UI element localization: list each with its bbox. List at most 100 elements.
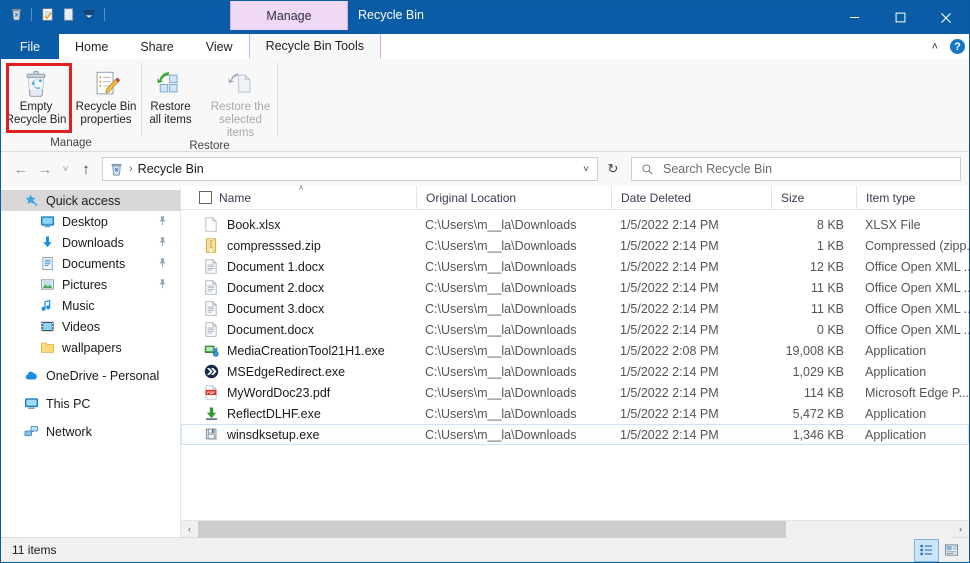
recycle-bin-icon[interactable] <box>7 5 25 23</box>
cell-date-deleted: 1/5/2022 2:14 PM <box>620 217 719 232</box>
column-header-size[interactable]: Size <box>771 185 856 210</box>
cell-size: 12 KB <box>809 259 844 274</box>
cell-original-location: C:\Users\m__la\Downloads <box>425 364 577 379</box>
back-button[interactable]: ← <box>9 157 33 181</box>
table-row[interactable]: Document 2.docx C:\Users\m__la\Downloads… <box>181 277 969 298</box>
pin-icon[interactable] <box>157 278 168 292</box>
refresh-button[interactable]: ↻ <box>598 157 628 181</box>
table-row[interactable]: Document.docx C:\Users\m__la\Downloads 1… <box>181 319 969 340</box>
sidebar-item-this-pc[interactable]: This PC <box>1 393 180 414</box>
scrollbar-thumb[interactable] <box>198 520 787 538</box>
tab-home[interactable]: Home <box>59 34 124 59</box>
sidebar-item-label: This PC <box>46 396 91 411</box>
empty-recycle-bin-button[interactable]: Empty Recycle Bin <box>1 65 71 127</box>
sidebar-item-quick-access[interactable]: Quick access <box>1 190 180 211</box>
cell-date-deleted: 1/5/2022 2:14 PM <box>620 280 719 295</box>
pin-icon[interactable] <box>157 215 168 229</box>
file-name: Document 1.docx <box>227 259 325 274</box>
blank-file-icon <box>203 217 219 233</box>
recent-locations-button[interactable]: ˅ <box>57 157 74 181</box>
video-icon <box>39 319 55 335</box>
edge-redirect-icon <box>203 364 219 380</box>
cell-original-location: C:\Users\m__la\Downloads <box>425 217 577 232</box>
sidebar-item-documents[interactable]: Documents <box>1 253 180 274</box>
horizontal-scrollbar[interactable]: ‹ › <box>181 520 969 538</box>
cell-item-type: Compressed (zipp... <box>865 238 969 253</box>
pin-icon[interactable] <box>157 257 168 271</box>
recycle-bin-properties-button[interactable]: Recycle Bin properties <box>71 65 141 127</box>
close-button[interactable] <box>923 1 969 34</box>
restore-selected-items-label-line2: selected items <box>219 114 262 139</box>
details-view-button[interactable] <box>914 538 939 562</box>
file-name: MediaCreationTool21H1.exe <box>227 343 385 358</box>
pin-icon[interactable] <box>157 236 168 250</box>
tab-view[interactable]: View <box>190 34 249 59</box>
column-header-item-type[interactable]: Item type <box>856 185 969 210</box>
table-row[interactable]: Document 3.docx C:\Users\m__la\Downloads… <box>181 298 969 319</box>
sidebar-item-videos[interactable]: Videos <box>1 316 180 337</box>
sidebar-item-label: Quick access <box>46 193 121 208</box>
restore-selected-items-button[interactable]: Restore the selected items <box>202 65 280 140</box>
new-folder-icon[interactable] <box>59 5 77 23</box>
folder-icon <box>39 340 55 356</box>
cell-item-type: Application <box>865 406 927 421</box>
restore-all-items-icon <box>156 67 186 101</box>
cell-original-location: C:\Users\m__la\Downloads <box>425 280 577 295</box>
large-icons-view-button[interactable] <box>940 540 963 561</box>
help-icon[interactable]: ? <box>950 39 965 54</box>
sidebar-item-label: Desktop <box>62 214 108 229</box>
column-header-name[interactable]: ˄ Name <box>181 183 416 210</box>
select-all-checkbox[interactable] <box>199 191 212 204</box>
sidebar-item-wallpapers[interactable]: wallpapers <box>1 337 180 358</box>
table-row[interactable]: Book.xlsx C:\Users\m__la\Downloads 1/5/2… <box>181 214 969 235</box>
sidebar-item-downloads[interactable]: Downloads <box>1 232 180 253</box>
table-row[interactable]: ReflectDLHF.exe C:\Users\m__la\Downloads… <box>181 403 969 424</box>
table-row[interactable]: PDF MyWordDoc23.pdf C:\Users\m__la\Downl… <box>181 382 969 403</box>
table-row[interactable]: MSEdgeRedirect.exe C:\Users\m__la\Downlo… <box>181 361 969 382</box>
file-name: MSEdgeRedirect.exe <box>227 364 346 379</box>
contextual-tab-header: Manage <box>230 1 348 30</box>
cell-name: Book.xlsx <box>181 214 416 235</box>
ribbon: Empty Recycle Bin Recycle Bin properties… <box>1 59 969 152</box>
address-input[interactable]: › Recycle Bin ˅ <box>102 157 598 181</box>
ribbon-group-manage-items: Empty Recycle Bin Recycle Bin properties <box>1 59 141 134</box>
address-dropdown-icon[interactable]: ˅ <box>575 164 597 175</box>
sidebar-item-label: Pictures <box>62 277 108 292</box>
tab-recycle-bin-tools[interactable]: Recycle Bin Tools <box>248 34 382 59</box>
cell-size: 0 KB <box>816 322 844 337</box>
sidebar-item-onedrive[interactable]: OneDrive - Personal <box>1 365 180 386</box>
sidebar-item-desktop[interactable]: Desktop <box>1 211 180 232</box>
sidebar-item-network[interactable]: Network <box>1 421 180 442</box>
maximize-button[interactable] <box>877 1 923 34</box>
scroll-left-button[interactable]: ‹ <box>181 521 198 538</box>
cell-name: ReflectDLHF.exe <box>181 403 416 424</box>
breadcrumb-path[interactable]: Recycle Bin <box>138 162 575 176</box>
minimize-button[interactable] <box>831 1 877 34</box>
restore-all-items-button[interactable]: Restore all items <box>140 65 202 127</box>
tab-file[interactable]: File <box>1 34 59 59</box>
scroll-right-button[interactable]: › <box>952 521 969 538</box>
sidebar-item-pictures[interactable]: Pictures <box>1 274 180 295</box>
table-row[interactable]: compresssed.zip C:\Users\m__la\Downloads… <box>181 235 969 256</box>
up-button[interactable]: ↑ <box>74 157 98 181</box>
cell-size: 8 KB <box>816 217 844 232</box>
tab-share[interactable]: Share <box>124 34 189 59</box>
column-header-original-location[interactable]: Original Location <box>416 185 611 210</box>
address-bar: ← → ˅ ↑ › Recycle Bin ˅ ↻ Search Recycle… <box>1 152 969 186</box>
sidebar-gap-3 <box>1 414 180 421</box>
table-row[interactable]: winsdksetup.exe C:\Users\m__la\Downloads… <box>181 424 969 445</box>
properties-icon[interactable] <box>38 5 56 23</box>
cell-date-deleted: 1/5/2022 2:14 PM <box>620 427 719 442</box>
scrollbar-track[interactable] <box>198 520 952 538</box>
cell-date-deleted: 1/5/2022 2:14 PM <box>620 238 719 253</box>
table-row[interactable]: MediaCreationTool21H1.exe C:\Users\m__la… <box>181 340 969 361</box>
customize-dropdown-icon[interactable] <box>80 5 98 23</box>
picture-icon <box>39 277 55 293</box>
search-input[interactable]: Search Recycle Bin <box>631 157 961 181</box>
sidebar-item-music[interactable]: Music <box>1 295 180 316</box>
collapse-ribbon-icon[interactable]: ˄ <box>929 39 941 55</box>
table-row[interactable]: Document 1.docx C:\Users\m__la\Downloads… <box>181 256 969 277</box>
cell-size: 1,346 KB <box>792 427 844 442</box>
forward-button[interactable]: → <box>33 157 57 181</box>
column-header-date-deleted[interactable]: Date Deleted <box>611 185 771 210</box>
